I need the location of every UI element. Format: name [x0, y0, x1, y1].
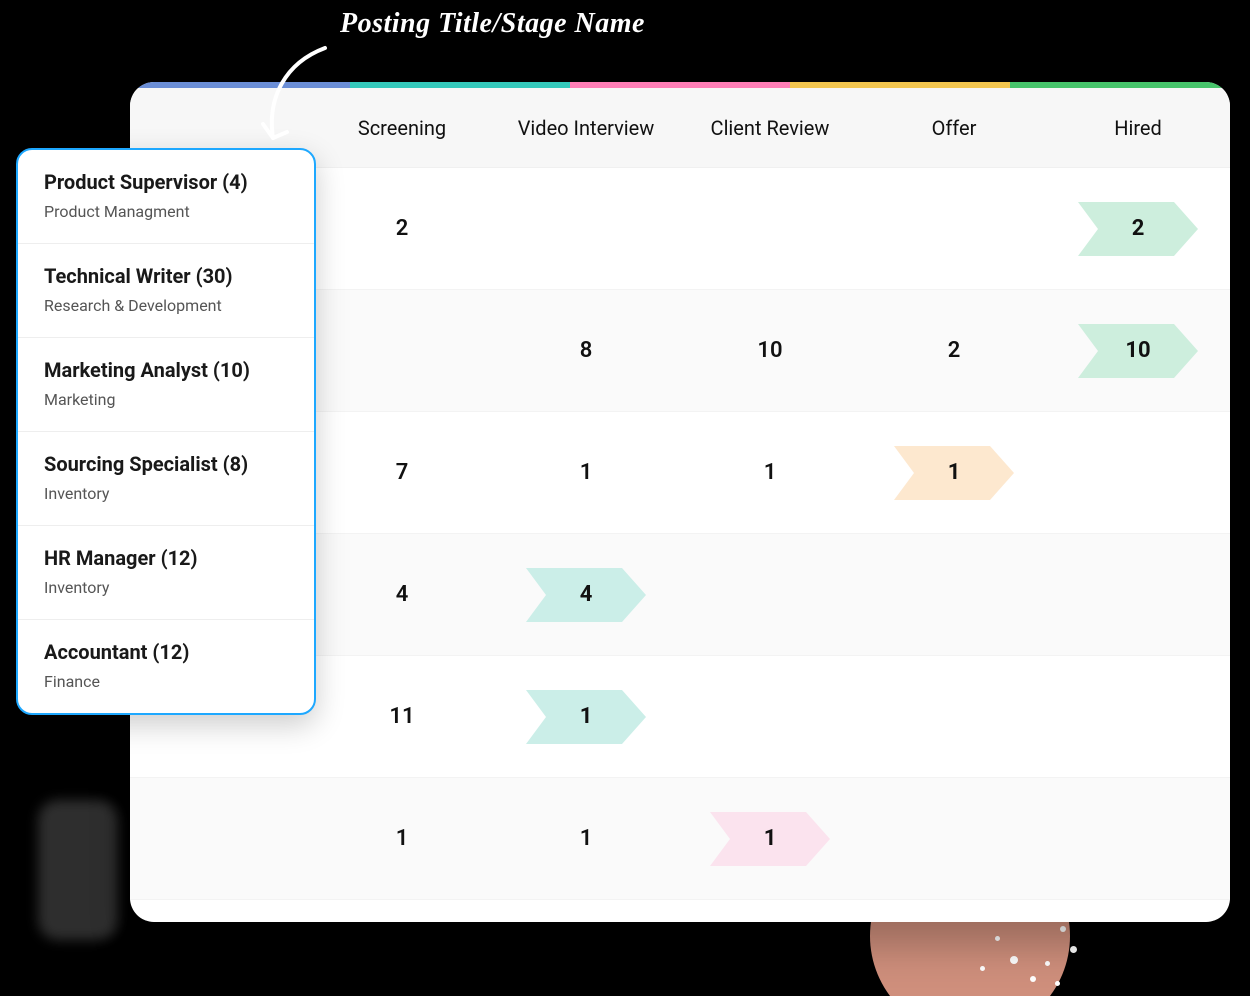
stage-badge[interactable]: 1 [710, 812, 830, 866]
pipeline-cell[interactable]: 2 [1046, 168, 1230, 289]
stage-header-offer[interactable]: Offer [862, 88, 1046, 167]
posting-item[interactable]: Accountant (12) Finance [18, 620, 314, 713]
cell-value: 4 [396, 582, 409, 607]
posting-item[interactable]: Sourcing Specialist (8) Inventory [18, 432, 314, 526]
cell-value: 1 [764, 460, 777, 485]
pipeline-cell[interactable]: 1 [494, 656, 678, 777]
stage-badge[interactable]: 4 [526, 568, 646, 622]
pipeline-cell [494, 168, 678, 289]
postings-panel: Product Supervisor (4) Product Managment… [16, 148, 316, 715]
pipeline-cell [1046, 534, 1230, 655]
posting-title: Marketing Analyst (10) [44, 358, 292, 382]
cell-value: 1 [580, 826, 593, 851]
cell-value: 1 [396, 826, 409, 851]
badge-value: 2 [1132, 216, 1145, 241]
stage-header-client-review[interactable]: Client Review [678, 88, 862, 167]
cell-value: 11 [389, 704, 414, 729]
pipeline-cell[interactable]: 1 [678, 412, 862, 533]
pipeline-row: 1 1 1 [130, 778, 1230, 900]
posting-title: HR Manager (12) [44, 546, 292, 570]
pipeline-cell [678, 168, 862, 289]
badge-value: 4 [580, 582, 593, 607]
posting-item[interactable]: Marketing Analyst (10) Marketing [18, 338, 314, 432]
posting-item[interactable]: Technical Writer (30) Research & Develop… [18, 244, 314, 338]
pipeline-cell[interactable]: 1 [494, 778, 678, 899]
pipeline-cell[interactable]: 1 [310, 778, 494, 899]
pipeline-cell [678, 534, 862, 655]
posting-item[interactable]: HR Manager (12) Inventory [18, 526, 314, 620]
pipeline-cell[interactable]: 4 [494, 534, 678, 655]
posting-department: Product Managment [44, 202, 292, 221]
posting-department: Research & Development [44, 296, 292, 315]
pipeline-cell[interactable]: 1 [678, 778, 862, 899]
posting-department: Inventory [44, 484, 292, 503]
posting-title: Sourcing Specialist (8) [44, 452, 292, 476]
stage-badge[interactable]: 1 [894, 446, 1014, 500]
cell-value: 2 [396, 216, 409, 241]
pipeline-cell[interactable]: 8 [494, 290, 678, 411]
pipeline-cell [310, 290, 494, 411]
pipeline-cell [1046, 656, 1230, 777]
badge-value: 1 [764, 826, 777, 851]
cell-value: 8 [580, 338, 593, 363]
cell-value: 1 [580, 460, 593, 485]
stage-badge[interactable]: 1 [526, 690, 646, 744]
posting-title: Technical Writer (30) [44, 264, 292, 288]
board-shadow [38, 800, 118, 940]
posting-department: Marketing [44, 390, 292, 409]
badge-value: 1 [580, 704, 593, 729]
badge-value: 1 [948, 460, 961, 485]
stage-badge[interactable]: 2 [1078, 202, 1198, 256]
pipeline-cell[interactable]: 1 [862, 412, 1046, 533]
pipeline-cell [862, 168, 1046, 289]
pipeline-cell [862, 534, 1046, 655]
pipeline-cell[interactable]: 10 [1046, 290, 1230, 411]
posting-item[interactable]: Product Supervisor (4) Product Managment [18, 150, 314, 244]
pipeline-cell [678, 656, 862, 777]
pipeline-cell[interactable]: 7 [310, 412, 494, 533]
pipeline-cell [862, 778, 1046, 899]
pipeline-cell[interactable]: 2 [862, 290, 1046, 411]
stage-header-hired[interactable]: Hired [1046, 88, 1230, 167]
annotation-label: Posting Title/Stage Name [340, 8, 645, 40]
cell-value: 2 [948, 338, 961, 363]
posting-title: Product Supervisor (4) [44, 170, 292, 194]
pipeline-cell[interactable]: 2 [310, 168, 494, 289]
posting-department: Inventory [44, 578, 292, 597]
pipeline-cell [862, 656, 1046, 777]
stage-header-screening[interactable]: Screening [310, 88, 494, 167]
posting-title: Accountant (12) [44, 640, 292, 664]
stage-header-video-interview[interactable]: Video Interview [494, 88, 678, 167]
pipeline-cell[interactable]: 10 [678, 290, 862, 411]
stage-badge[interactable]: 10 [1078, 324, 1198, 378]
badge-value: 10 [1125, 338, 1150, 363]
pipeline-cell[interactable]: 11 [310, 656, 494, 777]
posting-department: Finance [44, 672, 292, 691]
cell-value: 7 [396, 460, 409, 485]
pipeline-cell [1046, 412, 1230, 533]
pipeline-cell[interactable]: 1 [494, 412, 678, 533]
cell-value: 10 [757, 338, 782, 363]
pipeline-cell[interactable]: 4 [310, 534, 494, 655]
pipeline-cell [1046, 778, 1230, 899]
